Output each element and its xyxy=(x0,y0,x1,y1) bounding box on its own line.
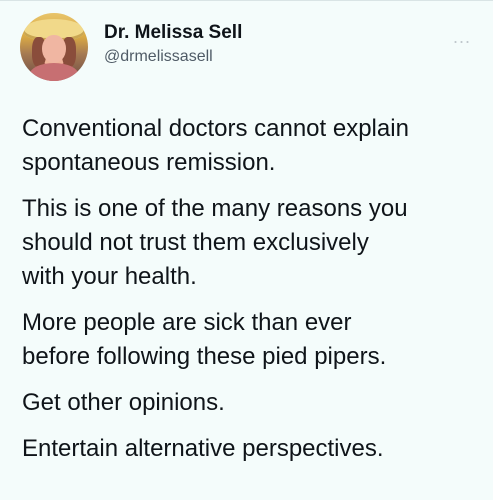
tweet-paragraph: More people are sick than ever before fo… xyxy=(22,309,387,370)
tweet-card: Dr. Melissa Sell @drmelissasell ... Conv… xyxy=(0,0,493,500)
face-shape xyxy=(42,35,66,63)
tweet-text: Conventional doctors cannot explain spon… xyxy=(22,112,472,478)
more-options-icon[interactable]: ... xyxy=(453,28,471,46)
avatar[interactable] xyxy=(20,13,88,81)
shirt-shape xyxy=(30,63,78,81)
author-handle[interactable]: @drmelissasell xyxy=(104,48,213,66)
tweet-paragraph: Get other opinions. xyxy=(22,389,225,416)
tweet-paragraph: Conventional doctors cannot explain spon… xyxy=(22,115,409,176)
tweet-paragraph: This is one of the many reasons you shou… xyxy=(22,195,408,290)
tweet-paragraph: Entertain alternative perspectives. xyxy=(22,435,384,462)
author-display-name[interactable]: Dr. Melissa Sell xyxy=(104,22,242,44)
